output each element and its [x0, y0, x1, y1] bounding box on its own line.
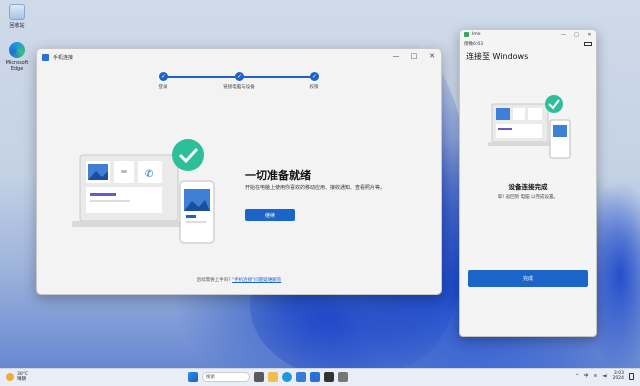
desktop-icon-recycle-bin[interactable]: 回收站: [4, 4, 30, 29]
window-titlebar[interactable]: 手机连接: [37, 49, 441, 65]
task-view-icon[interactable]: [254, 372, 264, 382]
terminal-icon[interactable]: [324, 372, 334, 382]
phone-link-app-icon: [42, 53, 49, 61]
phone-window-title: Ime: [472, 32, 481, 37]
page-title: 一切准备就绪: [245, 169, 311, 182]
phone-link-taskbar-icon[interactable]: [310, 372, 320, 382]
phone-line: [186, 221, 206, 223]
input-language[interactable]: 中: [584, 373, 589, 379]
progress-steps: ✓ ✓ ✓ 登录 链接电脑与设备 权限: [159, 72, 319, 92]
phone-maximize-button[interactable]: □: [570, 30, 583, 39]
wifi-icon[interactable]: ≋: [594, 374, 598, 379]
phone-status-bar: 傍晚6:03: [460, 39, 596, 48]
phone-minimize-button[interactable]: —: [557, 30, 570, 39]
step-2-check-icon: ✓: [235, 72, 244, 81]
laptop-phone-illustration: ✆: [72, 139, 215, 244]
mini-photo-icon: [496, 108, 510, 120]
phone-close-button[interactable]: ✕: [583, 30, 596, 39]
phone-link-window: 手机连接 — □ ✕ ✓ ✓ ✓ 登录 链接电脑与设备 权限 ✆ 一切准备就绪 …: [36, 48, 442, 295]
mini-success-check-icon: [545, 95, 563, 113]
phone-success-illustration: [488, 95, 571, 159]
footer-text: 后续需要上手吗?: [196, 278, 231, 283]
phone-mirror-window: Ime — □ ✕ 傍晚6:03 连接至 Windows 设备连接完成 耶! 返…: [459, 29, 597, 337]
store-icon[interactable]: [296, 372, 306, 382]
weather-icon: [6, 373, 14, 381]
phone-icon: ✆: [145, 169, 153, 180]
recycle-bin-icon: [9, 4, 25, 20]
edge-taskbar-icon[interactable]: [282, 372, 292, 382]
desktop-icon-label: 回收站: [9, 23, 25, 29]
step-3-check-icon: ✓: [310, 72, 319, 81]
phone-app-icon: [464, 32, 469, 37]
phone-description: 耶! 返回到 电脑 以完成设置。: [497, 195, 559, 200]
taskbar: 30°C 晴朗 搜索 ^ 中 ≋ ◄) 3:03 2024: [0, 368, 640, 386]
mini-call-card: [528, 108, 542, 120]
search-placeholder: 搜索: [206, 375, 215, 380]
weather-desc: 晴朗: [17, 377, 26, 382]
mini-notification-line: [498, 128, 512, 130]
notification-icon[interactable]: [629, 372, 634, 380]
clock-date: 2024: [612, 376, 624, 381]
phone-window-controls: — □ ✕: [557, 30, 596, 39]
clock[interactable]: 3:03 2024: [613, 371, 624, 381]
edge-icon: [9, 42, 25, 58]
battery-icon: [584, 41, 592, 46]
notification-line: [90, 193, 116, 196]
phone-status-time: 傍晚6:03: [464, 41, 484, 47]
maximize-button[interactable]: □: [405, 49, 423, 63]
laptop-base: [72, 221, 186, 227]
mini-laptop-base: [488, 142, 552, 146]
troubleshoot-link[interactable]: "手机连接"问题疑难解答: [232, 278, 281, 283]
desktop-icon-edge[interactable]: Microsoft Edge: [4, 42, 30, 72]
phone-heading: 设备连接完成: [508, 183, 548, 191]
taskbar-apps: 搜索: [188, 372, 348, 382]
step-2-label: 链接电脑与设备: [223, 85, 255, 90]
phone-line: [186, 215, 196, 218]
step-1-label: 登录: [158, 85, 168, 90]
success-check-icon: [172, 139, 204, 171]
mini-phone-photo: [553, 125, 567, 137]
step-3-label: 权限: [309, 85, 319, 90]
settings-icon[interactable]: [338, 372, 348, 382]
window-title: 手机连接: [53, 54, 74, 61]
mini-notification-card: [496, 124, 542, 138]
close-button[interactable]: ✕: [423, 49, 441, 63]
continue-button[interactable]: 继续: [245, 209, 295, 221]
footer-help: 后续需要上手吗? "手机连接"问题疑难解答: [37, 277, 441, 283]
system-tray: ^ 中 ≋ ◄) 3:03 2024: [575, 371, 634, 381]
step-1-check-icon: ✓: [159, 72, 168, 81]
desktop-icon-label: Microsoft Edge: [5, 60, 29, 72]
volume-icon[interactable]: ◄): [602, 374, 607, 379]
file-explorer-icon[interactable]: [268, 372, 278, 382]
message-icon: [121, 170, 127, 173]
done-button[interactable]: 完成: [468, 270, 588, 287]
minimize-button[interactable]: —: [387, 49, 405, 63]
mini-message-card: [513, 108, 525, 120]
start-icon[interactable]: [188, 372, 198, 382]
search-input[interactable]: 搜索: [202, 372, 250, 382]
notification-line: [90, 200, 130, 202]
phone-header: 连接至 Windows: [466, 52, 529, 61]
weather-widget[interactable]: 30°C 晴朗: [6, 372, 28, 382]
chevron-up-icon[interactable]: ^: [575, 374, 579, 379]
window-controls: — □ ✕: [387, 49, 441, 63]
page-description: 开始在电脑上使用你喜欢的移动应用、接收通知、查看照片等。: [245, 185, 386, 191]
